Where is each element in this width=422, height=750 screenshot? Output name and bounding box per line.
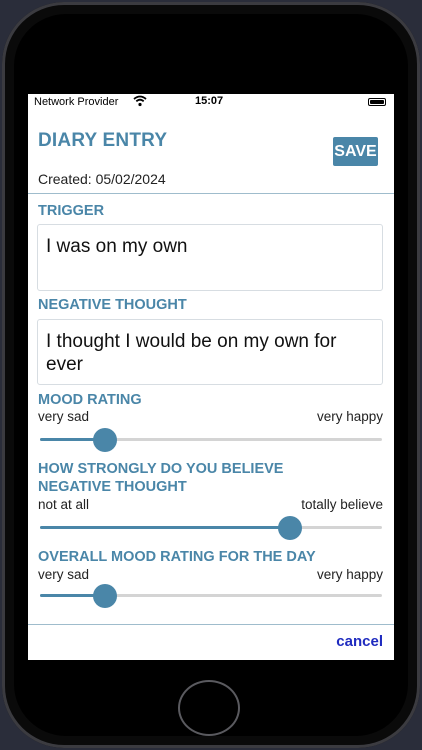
belief-min-label: not at all <box>38 497 90 512</box>
mood-rating-min-label: very sad <box>38 409 90 424</box>
wifi-icon <box>133 95 147 110</box>
slider-thumb[interactable] <box>92 428 117 452</box>
overall-mood-min-label: very sad <box>38 567 90 582</box>
overall-mood-max-label: very happy <box>316 567 383 582</box>
mood-rating-label: MOOD RATING <box>38 392 142 408</box>
cancel-link[interactable]: cancel <box>336 633 383 650</box>
mood-rating-slider[interactable] <box>40 426 382 454</box>
belief-label: HOW STRONGLY DO YOU BELIEVE NEGATIVE THO… <box>38 461 284 495</box>
trigger-label: TRIGGER <box>38 203 105 219</box>
negative-thought-label: NEGATIVE THOUGHT <box>38 297 187 313</box>
mood-rating-max-label: very happy <box>316 409 383 424</box>
status-bar: Network Provider 15:07 <box>28 94 394 112</box>
battery-icon <box>368 98 386 106</box>
slider-thumb[interactable] <box>92 584 117 608</box>
app-screen: Network Provider 15:07 DIARY ENTRY SAVE … <box>28 94 394 660</box>
trigger-field[interactable]: I was on my own <box>37 224 383 291</box>
save-button[interactable]: SAVE <box>333 137 378 166</box>
footer-divider <box>28 624 394 625</box>
overall-mood-slider[interactable] <box>40 582 382 610</box>
page-title: DIARY ENTRY <box>38 130 168 151</box>
home-button[interactable] <box>178 680 240 736</box>
header-divider <box>28 193 394 194</box>
overall-mood-label: OVERALL MOOD RATING FOR THE DAY <box>38 549 316 565</box>
carrier-name: Network Provider <box>34 96 119 108</box>
belief-max-label: totally believe <box>301 497 383 512</box>
slider-thumb[interactable] <box>277 516 302 540</box>
slider-fill <box>40 526 290 529</box>
created-date: Created: 05/02/2024 <box>38 171 166 187</box>
belief-slider[interactable] <box>40 514 382 542</box>
negative-thought-field[interactable]: I thought I would be on my own for ever <box>37 319 383 385</box>
status-time: 15:07 <box>195 95 224 107</box>
